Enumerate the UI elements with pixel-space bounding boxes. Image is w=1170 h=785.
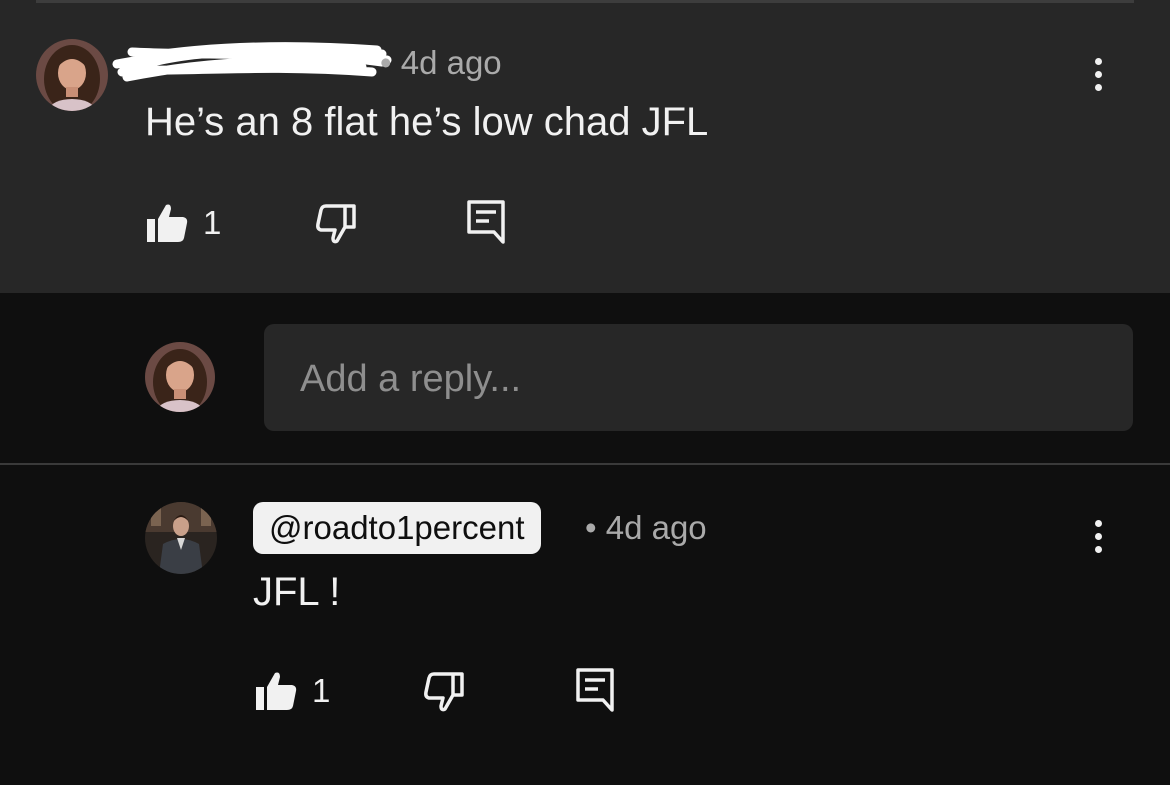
reply-timestamp: • 4d ago bbox=[585, 509, 707, 546]
more-options-icon[interactable] bbox=[1083, 58, 1113, 98]
dislike-icon bbox=[316, 204, 356, 244]
reply-text: JFL ! bbox=[253, 570, 341, 614]
redacted-username-scribble bbox=[112, 42, 392, 82]
current-user-avatar bbox=[145, 342, 215, 412]
reply-author-handle[interactable]: @roadto1percent bbox=[253, 502, 541, 554]
reply-input[interactable] bbox=[300, 356, 1100, 402]
like-count: 1 bbox=[312, 672, 331, 709]
reply-button[interactable] bbox=[575, 667, 615, 718]
comment-text: He’s an 8 flat he’s low chad JFL bbox=[145, 100, 709, 144]
reply-button[interactable] bbox=[466, 199, 506, 250]
reply-icon bbox=[576, 668, 614, 712]
like-icon bbox=[147, 204, 188, 242]
dislike-icon bbox=[424, 672, 464, 712]
like-count: 1 bbox=[203, 204, 222, 241]
reply-icon bbox=[467, 200, 505, 244]
divider bbox=[36, 0, 1134, 3]
commenter-avatar[interactable] bbox=[36, 39, 108, 111]
like-button[interactable] bbox=[145, 202, 189, 249]
reply-author-avatar[interactable] bbox=[145, 502, 217, 574]
comment-timestamp: • 4d ago bbox=[380, 44, 502, 81]
like-icon bbox=[256, 672, 297, 710]
more-options-icon[interactable] bbox=[1083, 520, 1113, 560]
dislike-button[interactable] bbox=[422, 671, 466, 718]
divider bbox=[0, 463, 1170, 465]
dislike-button[interactable] bbox=[314, 203, 358, 250]
like-button[interactable] bbox=[254, 670, 298, 717]
